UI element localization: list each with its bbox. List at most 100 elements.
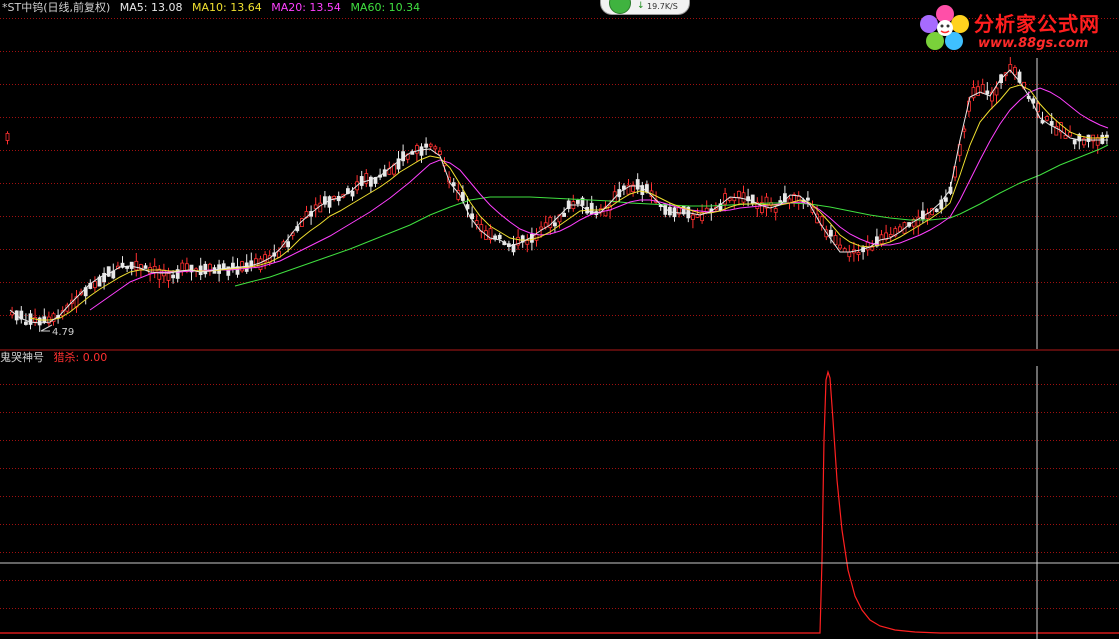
site-logo: 分析家公式网 www.88gs.com: [918, 2, 1118, 54]
candle-body: [985, 90, 990, 95]
network-speed-widget[interactable]: ↓ 19.7K/S: [600, 0, 690, 15]
candle-body: [962, 128, 967, 132]
candle-body: [313, 204, 318, 209]
candle-body: [42, 316, 47, 323]
candle-body: [401, 151, 406, 162]
stock-chart: 4.79: [0, 18, 1119, 639]
candle-body: [23, 321, 28, 325]
candle-body: [856, 251, 861, 255]
sub-legend: 鬼哭神号 猎杀: 0.00: [0, 351, 113, 365]
candle-body: [833, 235, 838, 246]
candle-body: [437, 150, 442, 155]
ma20-line: [89, 87, 1109, 311]
grid-lines: [0, 18, 1119, 609]
candle-body: [327, 196, 332, 208]
candle-body: [318, 202, 323, 213]
candle-body: [994, 87, 999, 96]
candle-body: [1063, 135, 1068, 139]
candle-body: [332, 195, 337, 199]
candle-body: [1013, 67, 1017, 76]
candle-body: [203, 263, 208, 275]
candle-body: [576, 199, 580, 204]
low-price-marker: 4.79: [40, 324, 74, 338]
candle-body: [171, 274, 176, 279]
candle-body: [921, 210, 925, 220]
candle-body: [976, 86, 980, 96]
candle-body: [865, 241, 870, 251]
candle-body: [350, 190, 355, 197]
ma5-label: MA5: 13.08: [119, 1, 183, 14]
logo-url: www.88gs.com: [978, 36, 1089, 51]
candle-body: [428, 143, 433, 147]
candle-body: [870, 246, 875, 251]
candle-body: [198, 265, 203, 276]
ma20-label: MA20: 13.54: [271, 1, 341, 14]
candle-body: [143, 265, 148, 269]
candle-body: [525, 240, 530, 245]
candle-body: [741, 192, 746, 203]
candle-body: [1100, 134, 1105, 144]
candle-body: [433, 146, 438, 150]
candle-body: [635, 179, 640, 190]
candle-body: [847, 251, 852, 258]
candle-body: [1008, 64, 1013, 71]
candle-body: [1072, 139, 1077, 145]
candle-body: [796, 196, 801, 203]
candle-body: [723, 193, 727, 205]
candle-body: [157, 268, 162, 280]
candle-body: [980, 84, 985, 94]
candle-body: [497, 234, 502, 240]
candle-body: [93, 281, 97, 289]
candle-body: [419, 146, 424, 156]
candle-body: [414, 145, 419, 154]
candle-body: [562, 212, 566, 217]
candle-body: [286, 241, 291, 248]
network-status-icon: [609, 0, 631, 14]
candle-body: [359, 176, 364, 186]
main-legend: *ST中钨(日线,前复权) MA5: 13.08 MA10: 13.64 MA2…: [2, 0, 426, 15]
candle-body: [28, 313, 33, 325]
candle-body: [548, 216, 553, 229]
candle-body: [934, 208, 939, 213]
candle-body: [750, 194, 755, 205]
candle-body: [888, 234, 893, 237]
candle-body: [166, 273, 171, 281]
candle-body: [1049, 121, 1054, 126]
download-arrow-icon: ↓: [637, 1, 645, 11]
candle-body: [944, 197, 948, 202]
candle-body: [1095, 137, 1100, 146]
candles: [5, 56, 1109, 332]
candle-body: [553, 222, 557, 227]
sub-panel-title: 鬼哭神号: [0, 351, 44, 364]
ma10-label: MA10: 13.64: [192, 1, 262, 14]
flower-logo-icon: [920, 5, 969, 50]
candle-body: [424, 143, 429, 148]
logo-name: 分析家公式网: [974, 12, 1100, 36]
stock-title: *ST中钨(日线,前复权): [2, 1, 111, 14]
candle-body: [106, 266, 111, 277]
low-price-label: 4.79: [52, 327, 74, 338]
candle-body: [732, 197, 737, 202]
ma60-label: MA60: 10.34: [350, 1, 421, 14]
signal-value-label: 猎杀: 0.00: [53, 351, 108, 364]
candle-body: [1045, 116, 1049, 121]
network-speed-value: 19.7K/S: [647, 2, 678, 11]
candle-body: [37, 317, 42, 326]
candle-body: [838, 244, 842, 249]
candle-body: [134, 260, 139, 271]
candle-body: [129, 261, 134, 269]
candle-body: [773, 208, 778, 213]
candle-body: [691, 214, 695, 220]
candle-body: [829, 229, 833, 237]
candle-body: [5, 133, 10, 141]
candle-body: [806, 197, 810, 201]
candle-body: [152, 265, 157, 273]
candle-body: [787, 198, 792, 204]
candle-body: [539, 226, 543, 230]
candle-body: [451, 182, 456, 187]
signal-line: [0, 369, 1119, 634]
moving-averages: [9, 69, 1109, 324]
signal-panel: [0, 369, 1119, 634]
candle-body: [737, 190, 741, 198]
candle-body: [276, 250, 281, 258]
